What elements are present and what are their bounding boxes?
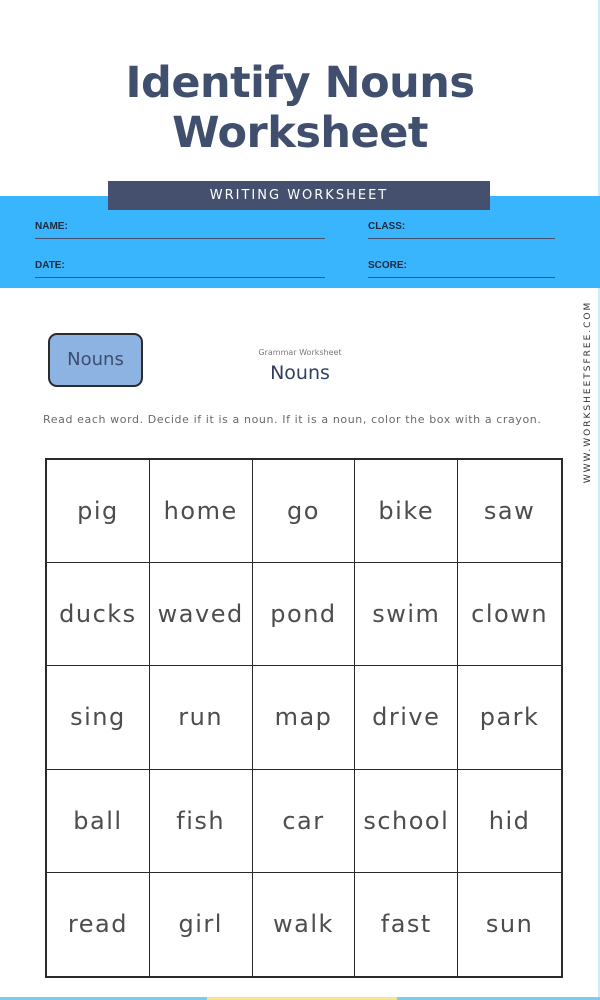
date-line	[35, 277, 325, 278]
word-cell[interactable]: map	[252, 666, 356, 770]
word-cell[interactable]: fish	[149, 769, 253, 873]
page-title: Identify Nouns Worksheet	[125, 58, 475, 158]
word-cell[interactable]: girl	[150, 872, 253, 976]
worksheet-title: Nouns	[270, 362, 330, 384]
word-cell[interactable]: go	[252, 460, 356, 564]
word-cell[interactable]: ball	[47, 769, 150, 873]
word-cell[interactable]: ducks	[47, 563, 150, 667]
word-cell[interactable]: sing	[47, 666, 150, 770]
word-cell[interactable]: pig	[47, 460, 150, 564]
nouns-badge: Nouns	[48, 333, 143, 387]
word-cell[interactable]: drive	[355, 666, 459, 770]
word-cell[interactable]: waved	[149, 563, 253, 667]
worksheet-subtitle: Grammar Worksheet	[258, 348, 342, 357]
word-cell[interactable]: read	[47, 872, 150, 976]
word-cell[interactable]: school	[355, 769, 459, 873]
word-cell[interactable]: saw	[458, 460, 561, 564]
class-line	[368, 238, 555, 239]
watermark-url: WWW.WORKSHEETSFREE.COM	[583, 300, 593, 484]
word-cell[interactable]: clown	[458, 563, 561, 667]
name-label: NAME:	[35, 221, 68, 232]
name-line	[35, 238, 325, 239]
word-cell[interactable]: walk	[253, 872, 356, 976]
word-cell[interactable]: home	[149, 460, 253, 564]
word-cell[interactable]: car	[252, 769, 356, 873]
word-cell[interactable]: bike	[355, 460, 459, 564]
word-cell[interactable]: hid	[458, 770, 561, 873]
word-cell[interactable]: pond	[252, 563, 356, 667]
score-line	[368, 277, 555, 278]
score-label: SCORE:	[368, 260, 407, 271]
word-cell[interactable]: sun	[458, 873, 561, 976]
writing-worksheet-banner: WRITING WORKSHEET	[108, 181, 490, 210]
word-cell[interactable]: park	[458, 666, 561, 770]
instructions-text: Read each word. Decide if it is a noun. …	[43, 413, 542, 426]
word-cell[interactable]: fast	[355, 872, 459, 976]
word-cell[interactable]: swim	[355, 563, 459, 667]
word-cell[interactable]: run	[149, 666, 253, 770]
word-grid: pig home go bike saw ducks waved pond swim clown s…	[45, 458, 563, 978]
date-label: DATE:	[35, 260, 65, 271]
class-label: CLASS:	[368, 221, 406, 232]
